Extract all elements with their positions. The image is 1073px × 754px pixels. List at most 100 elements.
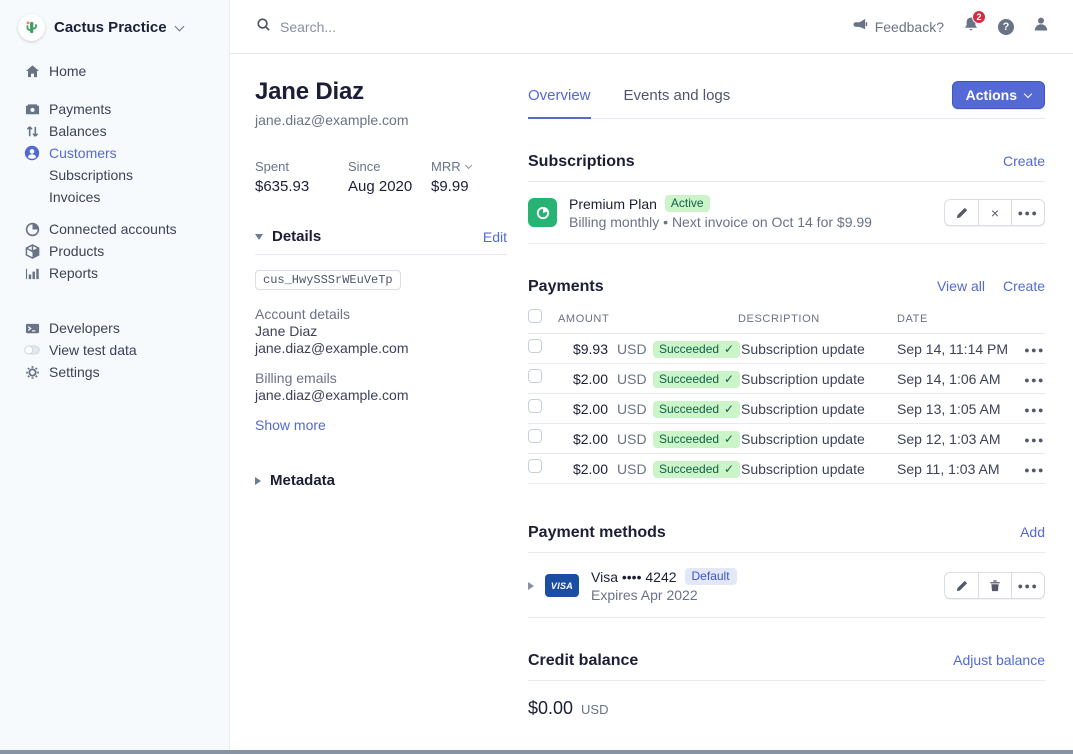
payment-row[interactable]: $2.00 USD Succeeded✓ Subscription update…: [528, 394, 1045, 424]
test-data-toggle-icon[interactable]: [24, 342, 40, 358]
row-overflow-button[interactable]: ●●●: [1023, 430, 1045, 448]
subscription-row[interactable]: Premium Plan Active Billing monthly • Ne…: [528, 182, 1045, 244]
notification-count-badge: 2: [972, 10, 986, 24]
products-icon: [24, 243, 40, 259]
payment-row[interactable]: $2.00 USD Succeeded✓ Subscription update…: [528, 454, 1045, 484]
sidebar-item-products[interactable]: Products: [0, 240, 229, 262]
customers-icon: [24, 145, 40, 161]
customer-detail-panel: Overview Events and logs Actions Subscri…: [528, 55, 1045, 750]
notifications-button[interactable]: 2: [963, 16, 979, 38]
customer-id-badge[interactable]: cus_HwySSSrWEuVeTp: [255, 270, 401, 290]
sidebar-item-label: Home: [49, 63, 86, 79]
row-checkbox[interactable]: [528, 369, 542, 383]
divider: [528, 680, 1045, 681]
row-overflow-button[interactable]: ●●●: [1023, 460, 1045, 478]
sidebar-item-home[interactable]: Home: [0, 60, 229, 82]
visa-icon: VISA: [545, 574, 579, 597]
page-title: Jane Diaz: [255, 78, 507, 106]
payment-method-actions: ●●●: [944, 572, 1045, 599]
account-name: Cactus Practice: [54, 19, 167, 36]
sidebar-item-payments[interactable]: Payments: [0, 98, 229, 120]
sidebar-item-invoices[interactable]: Invoices: [0, 186, 229, 208]
check-icon: ✓: [724, 372, 734, 386]
chevron-down-icon: [174, 21, 184, 31]
plan-detail: Billing monthly • Next invoice on Oct 14…: [569, 214, 944, 230]
tab-overview[interactable]: Overview: [528, 78, 591, 119]
stat-mrr[interactable]: MRR $9.99: [431, 159, 471, 195]
payments-title: Payments: [528, 278, 937, 296]
collapse-caret-icon[interactable]: [255, 234, 263, 240]
card-label: Visa •••• 4242: [591, 569, 677, 585]
account-details-block: Account details Jane Diaz jane.diaz@exam…: [255, 306, 507, 357]
chevron-down-icon: [1024, 89, 1032, 97]
sidebar-item-label: Developers: [49, 320, 120, 336]
payment-row[interactable]: $2.00 USD Succeeded✓ Subscription update…: [528, 424, 1045, 454]
sidebar-item-balances[interactable]: Balances: [0, 120, 229, 142]
credit-balance-currency: USD: [581, 702, 608, 717]
payment-row[interactable]: $9.93 USD Succeeded✓ Subscription update…: [528, 334, 1045, 364]
edit-details-link[interactable]: Edit: [483, 229, 507, 245]
create-payment-link[interactable]: Create: [1003, 278, 1045, 294]
sidebar-item-connected-accounts[interactable]: Connected accounts: [0, 218, 229, 240]
row-overflow-button[interactable]: ●●●: [1023, 340, 1045, 358]
status-badge: Succeeded✓: [653, 461, 740, 478]
payment-methods-section: Payment methods Add VISA Visa •••• 4242 …: [528, 524, 1045, 618]
select-all-checkbox[interactable]: [528, 309, 542, 323]
sidebar-item-customers[interactable]: Customers: [0, 142, 229, 164]
app-window: Cactus Practice Home Payments: [0, 0, 1073, 754]
home-icon: [24, 63, 40, 79]
show-more-link[interactable]: Show more: [255, 417, 326, 433]
actions-button[interactable]: Actions: [952, 81, 1045, 109]
plan-icon: [528, 198, 557, 227]
sidebar-item-reports[interactable]: Reports: [0, 262, 229, 284]
sidebar-item-settings[interactable]: Settings: [0, 361, 229, 383]
edit-card-button[interactable]: [945, 573, 978, 598]
billing-emails-block: Billing emails jane.diaz@example.com: [255, 370, 507, 404]
row-checkbox[interactable]: [528, 459, 542, 473]
account-switcher[interactable]: Cactus Practice: [0, 0, 229, 51]
gear-icon: [24, 364, 40, 380]
payments-table-header: AMOUNT DESCRIPTION DATE: [528, 304, 1045, 334]
subscription-actions: × ●●●: [944, 199, 1045, 226]
avatar[interactable]: [1033, 16, 1049, 37]
row-checkbox[interactable]: [528, 399, 542, 413]
tab-events-and-logs[interactable]: Events and logs: [624, 78, 731, 117]
row-overflow-button[interactable]: ●●●: [1023, 370, 1045, 388]
search-input[interactable]: [280, 19, 680, 35]
details-section: Details Edit cus_HwySSSrWEuVeTp Account …: [255, 228, 507, 435]
row-overflow-button[interactable]: ●●●: [1023, 400, 1045, 418]
subscription-overflow-button[interactable]: ●●●: [1011, 200, 1044, 225]
topbar: Feedback? 2 ?: [230, 0, 1073, 54]
expand-caret-icon[interactable]: [528, 582, 534, 590]
sidebar-item-developers[interactable]: Developers: [0, 317, 229, 339]
card-overflow-button[interactable]: ●●●: [1011, 573, 1044, 598]
cancel-subscription-button[interactable]: ×: [978, 200, 1011, 225]
create-subscription-link[interactable]: Create: [1003, 153, 1045, 169]
delete-card-button[interactable]: [978, 573, 1011, 598]
metadata-section-header[interactable]: Metadata: [255, 472, 507, 489]
sidebar-item-subscriptions[interactable]: Subscriptions: [0, 164, 229, 186]
overflow-icon: ●●●: [1018, 208, 1039, 218]
view-all-payments-link[interactable]: View all: [937, 278, 985, 294]
sidebar-item-label: Products: [49, 243, 104, 259]
overflow-icon: ●●●: [1024, 345, 1045, 355]
row-checkbox[interactable]: [528, 429, 542, 443]
customer-email: jane.diaz@example.com: [255, 112, 507, 128]
feedback-button[interactable]: Feedback?: [853, 18, 944, 35]
payment-methods-title: Payment methods: [528, 524, 1020, 542]
sidebar-item-label: Payments: [49, 101, 111, 117]
adjust-balance-link[interactable]: Adjust balance: [953, 652, 1045, 668]
payment-row[interactable]: $2.00 USD Succeeded✓ Subscription update…: [528, 364, 1045, 394]
sidebar: Cactus Practice Home Payments: [0, 0, 230, 750]
help-icon[interactable]: ?: [998, 19, 1014, 35]
expand-caret-icon: [255, 477, 261, 485]
add-payment-method-link[interactable]: Add: [1020, 524, 1045, 540]
sidebar-item-view-test-data[interactable]: View test data: [0, 339, 229, 361]
megaphone-icon: [853, 18, 868, 35]
payment-method-row[interactable]: VISA Visa •••• 4242 Default Expires Apr …: [528, 553, 1045, 618]
search-bar[interactable]: [256, 17, 853, 37]
sidebar-nav: Home Payments Balances Customers: [0, 60, 229, 383]
edit-subscription-button[interactable]: [945, 200, 978, 225]
sidebar-item-label: Subscriptions: [49, 167, 133, 183]
row-checkbox[interactable]: [528, 339, 542, 353]
